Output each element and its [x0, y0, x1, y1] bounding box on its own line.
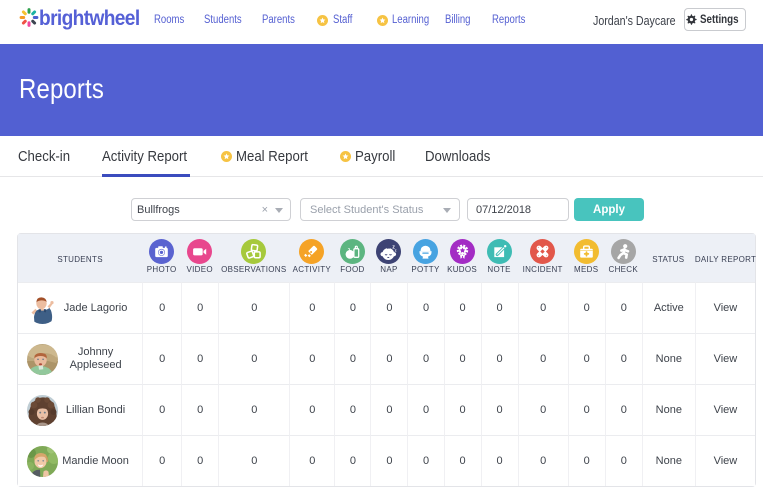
svg-text:z: z: [395, 247, 397, 252]
